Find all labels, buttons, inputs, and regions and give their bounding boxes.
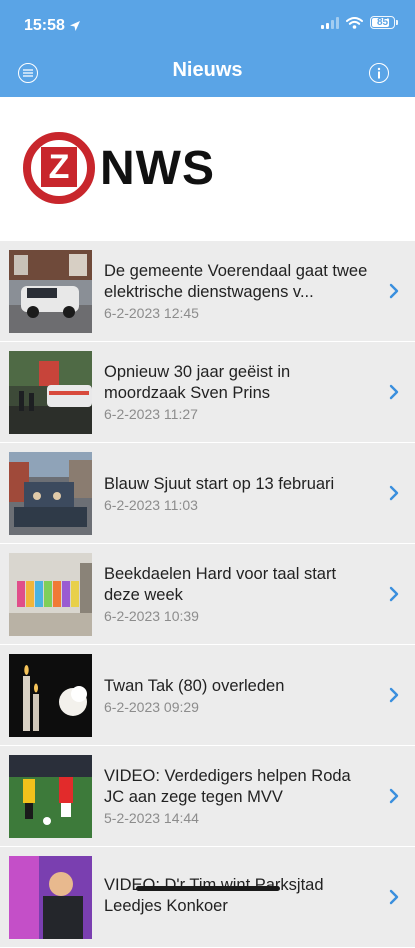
news-item[interactable]: De gemeente Voerendaal gaat twee elektri… xyxy=(0,241,415,342)
news-date: 6-2-2023 09:29 xyxy=(104,698,199,715)
home-indicator[interactable] xyxy=(136,886,280,891)
logo-text: NWS xyxy=(100,142,215,195)
news-title: Beekdaelen Hard voor taal start deze wee… xyxy=(104,565,337,604)
page-title: Nieuws xyxy=(172,59,243,81)
news-item[interactable]: Blauw Sjuut start op 13 februari 6-2-202… xyxy=(0,443,415,544)
news-title: Twan Tak (80) overleden xyxy=(104,676,285,695)
news-title: VIDEO: D'r Tim wint Parksjtad Leedjes Ko… xyxy=(104,876,324,915)
status-time-text: 15:58 xyxy=(24,17,65,34)
news-text: VIDEO: Verdedigers helpen Roda JC aan ze… xyxy=(104,746,375,846)
news-date: 6-2-2023 11:03 xyxy=(104,496,198,513)
location-arrow-icon xyxy=(69,21,80,31)
news-text: VIDEO: D'r Tim wint Parksjtad Leedjes Ko… xyxy=(104,847,375,947)
chevron-right-icon xyxy=(389,485,399,501)
news-thumbnail xyxy=(9,654,92,737)
battery-icon: 85 xyxy=(370,16,398,29)
news-date: 5-2-2023 14:44 xyxy=(104,810,199,826)
news-title: Opnieuw 30 jaar geëist in moordzaak Sven… xyxy=(104,363,291,402)
news-text: Blauw Sjuut start op 13 februari 6-2-202… xyxy=(104,443,375,543)
status-icons: 85 xyxy=(321,16,398,29)
brand-logo-area: Z NWS xyxy=(0,97,415,241)
info-button[interactable] xyxy=(369,63,389,83)
news-item[interactable]: VIDEO: D'r Tim wint Parksjtad Leedjes Ko… xyxy=(0,847,415,948)
news-date: 6-2-2023 10:39 xyxy=(104,608,199,624)
info-icon xyxy=(377,67,381,79)
chevron-right-icon xyxy=(389,384,399,400)
news-date: 6-2-2023 12:45 xyxy=(104,305,199,321)
chevron-right-icon xyxy=(389,586,399,602)
chevron-right-icon xyxy=(389,283,399,299)
news-title: VIDEO: Verdedigers helpen Roda JC aan ze… xyxy=(104,767,351,806)
cellular-signal-icon xyxy=(321,16,339,29)
news-thumbnail xyxy=(9,250,92,333)
news-title: Blauw Sjuut start op 13 februari xyxy=(104,474,335,493)
news-text: Beekdaelen Hard voor taal start deze wee… xyxy=(104,544,375,644)
news-item[interactable]: Opnieuw 30 jaar geëist in moordzaak Sven… xyxy=(0,342,415,443)
news-item[interactable]: Twan Tak (80) overleden 6-2-2023 09:29 xyxy=(0,645,415,746)
news-thumbnail xyxy=(9,553,92,636)
news-thumbnail xyxy=(9,452,92,535)
news-date: 6-2-2023 11:27 xyxy=(104,406,198,422)
news-thumbnail xyxy=(9,856,92,939)
app-header: 15:58 85 Nieuws xyxy=(0,0,415,97)
logo-letter: Z xyxy=(41,147,77,187)
news-text: Opnieuw 30 jaar geëist in moordzaak Sven… xyxy=(104,342,375,442)
news-list: De gemeente Voerendaal gaat twee elektri… xyxy=(0,241,415,948)
status-time: 15:58 xyxy=(24,17,81,35)
chevron-right-icon xyxy=(389,788,399,804)
wifi-icon xyxy=(346,16,363,29)
news-thumbnail xyxy=(9,755,92,838)
news-item[interactable]: VIDEO: Verdedigers helpen Roda JC aan ze… xyxy=(0,746,415,847)
news-text: De gemeente Voerendaal gaat twee elektri… xyxy=(104,241,375,341)
news-text: Twan Tak (80) overleden 6-2-2023 09:29 xyxy=(104,645,375,745)
news-title: De gemeente Voerendaal gaat twee elektri… xyxy=(104,262,368,301)
chevron-right-icon xyxy=(389,687,399,703)
chevron-right-icon xyxy=(389,889,399,905)
news-thumbnail xyxy=(9,351,92,434)
news-item[interactable]: Beekdaelen Hard voor taal start deze wee… xyxy=(0,544,415,645)
battery-level: 85 xyxy=(376,17,389,28)
